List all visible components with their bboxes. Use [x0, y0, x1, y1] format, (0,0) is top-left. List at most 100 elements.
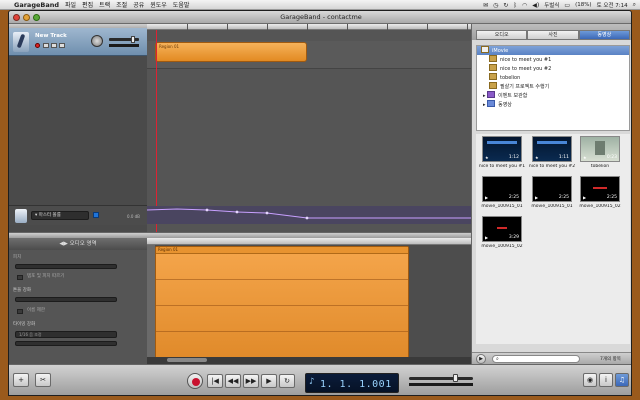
spotlight-icon[interactable]: ⌕: [633, 1, 636, 9]
follow-tempo-checkbox[interactable]: [17, 275, 23, 280]
go-to-start-button[interactable]: |◀: [207, 374, 223, 388]
view-toggle-button[interactable]: ◉: [583, 373, 597, 387]
lock-icon[interactable]: [59, 43, 65, 48]
mute-icon[interactable]: [43, 43, 49, 48]
source-item[interactable]: nice to meet you #2: [477, 64, 629, 73]
menu-share[interactable]: 공유: [133, 0, 144, 9]
timeline[interactable]: Region 01: [147, 24, 471, 234]
wifi-icon[interactable]: ◠: [522, 2, 527, 9]
play-button[interactable]: ▶: [261, 374, 277, 388]
automation-selector[interactable]: ▾ 마스터 볼륨: [31, 211, 89, 220]
app-menu[interactable]: GarageBand: [14, 1, 59, 9]
lang-indicator[interactable]: 두벌식: [544, 1, 559, 9]
movie-thumbnail[interactable]: ▶ 2:25: [580, 176, 620, 202]
editor-area[interactable]: Region 01: [147, 238, 471, 364]
thumbnail-preview: [593, 187, 607, 189]
minimize-button[interactable]: [23, 14, 30, 21]
editor-hscroll[interactable]: [147, 357, 471, 364]
master-volume-thumb[interactable]: [453, 374, 458, 382]
menu-control[interactable]: 조절: [116, 0, 127, 9]
volume-icon[interactable]: ◀): [532, 2, 539, 9]
menu-file[interactable]: 파일: [65, 0, 76, 9]
source-item-label: 동영상: [498, 102, 512, 108]
automation-curve[interactable]: [147, 206, 471, 224]
thumbnail-label: movie_100915_01: [481, 204, 523, 209]
menu-window[interactable]: 윈도우: [150, 0, 167, 9]
media-browser-button[interactable]: ♫: [615, 373, 629, 387]
add-track-button[interactable]: +: [13, 373, 29, 387]
sync-icon[interactable]: ↻: [503, 2, 508, 9]
thumbnail-duration: 3:29: [508, 235, 519, 240]
movie-thumbnail[interactable]: ▶ 3:29: [482, 216, 522, 242]
menu-track[interactable]: 트랙: [99, 0, 110, 9]
limit-key-checkbox[interactable]: [17, 309, 23, 314]
thumbnail-label: nice to meet you #2: [528, 164, 576, 169]
cycle-button[interactable]: ↻: [279, 374, 295, 388]
volume-slider[interactable]: [109, 36, 139, 43]
media-search-field[interactable]: ⌕: [492, 355, 580, 363]
pan-knob[interactable]: [91, 35, 103, 47]
play-preview-button[interactable]: ▶: [476, 354, 486, 364]
media-thumbnail-grid[interactable]: ★ 1:12 nice to meet you #1 ★ 1:11 nice to …: [476, 134, 630, 344]
menu-edit[interactable]: 편집: [82, 0, 93, 9]
tab-audio[interactable]: 오디오: [476, 30, 528, 40]
movie-thumbnail[interactable]: ★ 1:11: [532, 136, 572, 162]
bluetooth-icon[interactable]: ᛒ: [513, 2, 517, 9]
tab-photos[interactable]: 사진: [527, 30, 579, 40]
timemachine-icon[interactable]: ◷: [493, 2, 498, 9]
close-button[interactable]: [13, 14, 20, 21]
audio-region[interactable]: Region 01: [155, 42, 307, 62]
source-item[interactable]: nice to meet you #1: [477, 55, 629, 64]
cycle-icon: ↻: [284, 377, 290, 385]
note-icon[interactable]: ♪: [309, 377, 314, 387]
editor-scroll-thumb[interactable]: [167, 358, 207, 362]
tab-movies[interactable]: 동영상: [578, 30, 630, 40]
waveform-line: [156, 305, 408, 306]
tuning-slider[interactable]: [15, 297, 117, 302]
solo-icon[interactable]: [51, 43, 57, 48]
rewind-button[interactable]: ◀◀: [225, 374, 241, 388]
playhead[interactable]: [156, 30, 157, 234]
timeline-ruler[interactable]: [147, 24, 471, 30]
timing-selector[interactable]: 1/16 음 조정: [15, 331, 117, 338]
automation-lane[interactable]: [147, 206, 471, 224]
fast-forward-icon: ▶▶: [245, 377, 257, 385]
record-enable-icon[interactable]: [35, 43, 40, 48]
master-volume-slider[interactable]: [409, 374, 473, 382]
thumbnail-label: tobelion: [590, 164, 610, 169]
automation-enable-checkbox[interactable]: [93, 212, 99, 218]
source-item[interactable]: tobelion: [477, 73, 629, 82]
clock[interactable]: 토 오전 7:14: [597, 1, 628, 9]
timing-slider[interactable]: [15, 341, 117, 346]
mail-icon[interactable]: ✉: [483, 2, 488, 9]
event-library-icon: [487, 91, 496, 98]
movie-thumbnail[interactable]: ▶ 2:25: [532, 176, 572, 202]
waveform-icon: ◀▶: [59, 241, 70, 247]
source-item[interactable]: 필살기 프로젝트 수행기: [477, 82, 629, 91]
movie-thumbnail[interactable]: ▶ 2:25: [482, 176, 522, 202]
editor-region[interactable]: Region 01: [155, 246, 409, 360]
media-source-list[interactable]: iMovie nice to meet you #1 nice to meet …: [476, 45, 630, 131]
fast-forward-button[interactable]: ▶▶: [243, 374, 259, 388]
movie-thumbnail[interactable]: ★ 1:12: [482, 136, 522, 162]
volume-slider-thumb[interactable]: [131, 36, 135, 43]
editor-toggle-button[interactable]: ✂: [35, 373, 51, 387]
zoom-button[interactable]: [33, 14, 40, 21]
info-button[interactable]: i: [599, 373, 613, 387]
battery-icon[interactable]: ▭: [564, 2, 570, 9]
source-item-imovie[interactable]: iMovie: [477, 46, 629, 55]
pitch-slider[interactable]: [15, 264, 117, 269]
menu-help[interactable]: 도움말: [173, 0, 190, 9]
lcd-display[interactable]: ♪ 1. 1. 1.001: [305, 373, 399, 393]
source-item-movies[interactable]: ▸ 동영상: [477, 100, 629, 109]
record-button[interactable]: [187, 373, 203, 389]
rewind-icon: ◀◀: [227, 377, 239, 385]
thumbnail-duration: 1:12: [508, 155, 519, 160]
source-item-events[interactable]: ▸ 이벤트 보관함: [477, 91, 629, 100]
thumbnail-preview: [595, 141, 605, 155]
play-icon: ▶: [266, 377, 272, 385]
editor-ruler[interactable]: [147, 238, 471, 245]
track-name[interactable]: New Track: [35, 33, 67, 39]
movie-thumbnail[interactable]: ★ 0:23: [580, 136, 620, 162]
track-header-new-track[interactable]: New Track: [9, 28, 147, 56]
